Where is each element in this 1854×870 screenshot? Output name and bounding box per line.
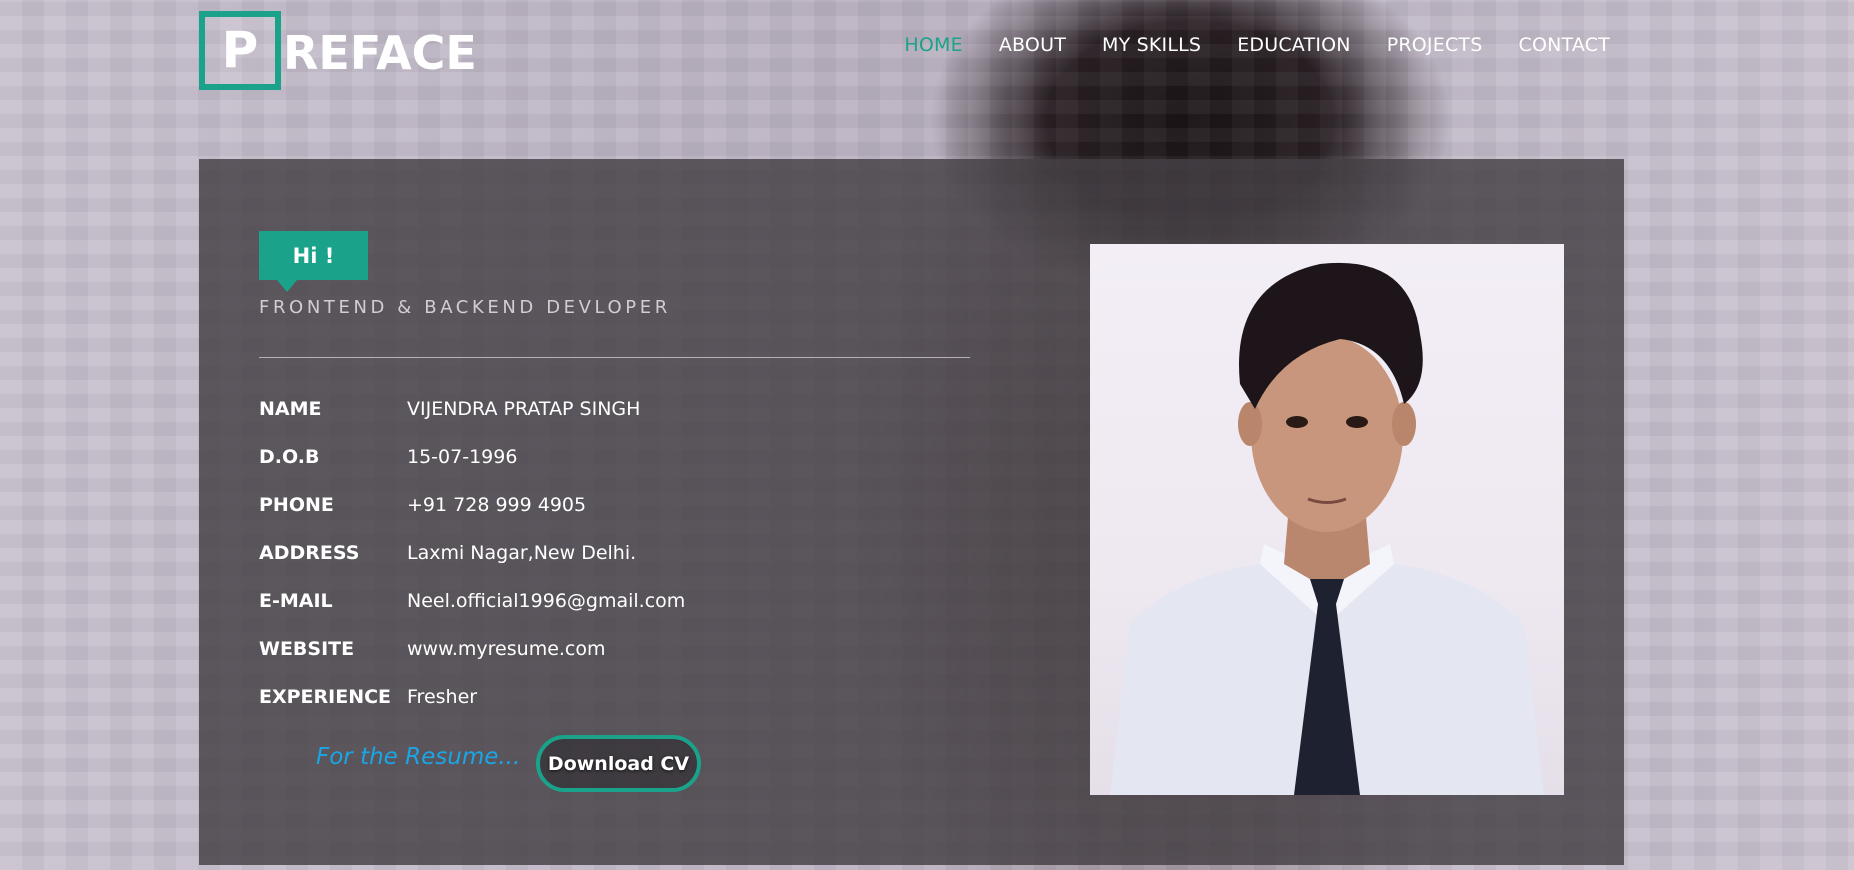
resume-note: For the Resume... — [316, 744, 521, 770]
logo-initial: P — [221, 21, 259, 79]
info-row-phone: PHONE +91 728 999 4905 — [259, 481, 685, 529]
profile-photo — [1090, 244, 1564, 795]
info-label: D.O.B — [259, 446, 320, 468]
greeting-badge: Hi ! — [259, 231, 368, 292]
role-title: FRONTEND & BACKEND DEVLOPER — [259, 297, 671, 318]
main-nav: HOME ABOUT MY SKILLS EDUCATION PROJECTS … — [904, 34, 1610, 56]
info-row-name: NAME VIJENDRA PRATAP SINGH — [259, 385, 685, 433]
info-row-address: ADDRESS Laxmi Nagar,New Delhi. — [259, 529, 685, 577]
site-logo[interactable]: P REFACE — [199, 10, 477, 90]
info-row-website: WEBSITE www.myresume.com — [259, 625, 685, 673]
info-value: +91 728 999 4905 — [407, 494, 587, 516]
info-label: NAME — [259, 398, 322, 420]
profile-photo-illustration — [1110, 262, 1544, 795]
nav-my-skills[interactable]: MY SKILLS — [1102, 34, 1201, 56]
logo-text: REFACE — [283, 26, 477, 80]
info-label: WEBSITE — [259, 638, 355, 660]
info-value: Fresher — [407, 686, 478, 708]
info-row-email: E-MAIL Neel.official1996@gmail.com — [259, 577, 685, 625]
info-value: 15-07-1996 — [407, 446, 518, 468]
info-row-experience: EXPERIENCE Fresher — [259, 673, 685, 721]
info-value: Laxmi Nagar,New Delhi. — [407, 542, 637, 564]
divider — [259, 357, 970, 358]
info-label: PHONE — [259, 494, 334, 516]
download-cv-button[interactable]: Download CV — [536, 735, 701, 792]
nav-education[interactable]: EDUCATION — [1237, 34, 1351, 56]
info-value: VIJENDRA PRATAP SINGH — [407, 398, 641, 420]
info-value: www.myresume.com — [407, 638, 606, 660]
profile-card: Hi ! FRONTEND & BACKEND DEVLOPER NAME VI… — [199, 159, 1624, 865]
nav-contact[interactable]: CONTACT — [1518, 34, 1610, 56]
info-row-dob: D.O.B 15-07-1996 — [259, 433, 685, 481]
info-list: NAME VIJENDRA PRATAP SINGH D.O.B 15-07-1… — [259, 385, 685, 721]
nav-projects[interactable]: PROJECTS — [1387, 34, 1483, 56]
info-label: ADDRESS — [259, 542, 360, 564]
nav-about[interactable]: ABOUT — [999, 34, 1066, 56]
info-label: E-MAIL — [259, 590, 333, 612]
logo-initial-box: P — [199, 10, 281, 90]
info-label: EXPERIENCE — [259, 686, 392, 708]
info-value: Neel.official1996@gmail.com — [407, 590, 686, 612]
nav-home[interactable]: HOME — [904, 34, 962, 56]
